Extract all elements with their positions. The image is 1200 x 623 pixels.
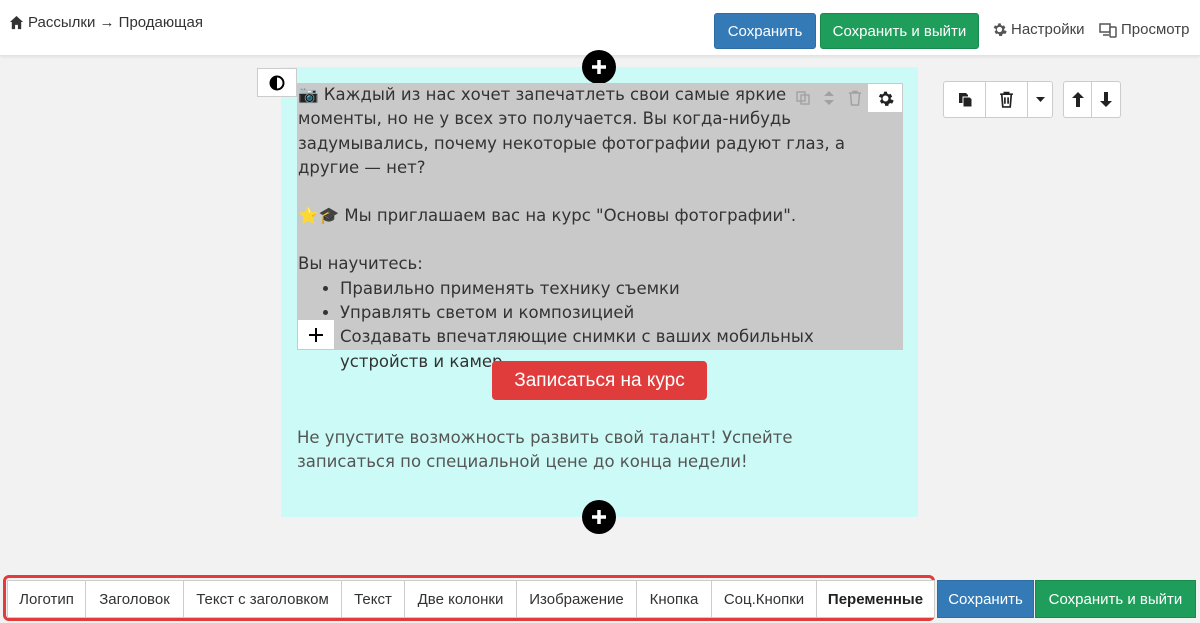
preview-link[interactable]: Просмотр [1099, 21, 1190, 38]
text-block-content[interactable]: 📷 Каждый из нас хочет запечатлеть свои с… [297, 83, 867, 374]
caret-down-icon [1035, 96, 1045, 102]
move-up-button[interactable] [1064, 82, 1092, 117]
trash-icon [849, 90, 861, 106]
add-block-top-button[interactable] [582, 50, 616, 84]
block-heading[interactable]: Заголовок [86, 581, 184, 617]
block-move-group [1063, 81, 1121, 118]
duplicate-block-button[interactable] [944, 82, 986, 117]
gear-icon [878, 91, 894, 106]
contrast-toggle-button[interactable] [257, 68, 297, 97]
star-icon: ⭐ [298, 206, 319, 226]
save-button[interactable]: Сохранить [714, 13, 816, 49]
block-logo[interactable]: Логотип [8, 581, 86, 617]
plus-icon [592, 60, 606, 74]
save-and-exit-button[interactable]: Сохранить и выйти [820, 13, 979, 49]
block-actions-group [943, 81, 1053, 118]
block-variables[interactable]: Переменные [817, 581, 934, 617]
move-block-handle[interactable] [816, 84, 842, 112]
contrast-icon [269, 75, 285, 90]
settings-link[interactable]: Настройки [992, 21, 1085, 38]
invite-text: Мы приглашаем вас на курс "Основы фотогр… [344, 206, 797, 226]
sort-icon [824, 91, 834, 105]
list-item: Управлять светом и композицией [340, 301, 867, 325]
block-social-buttons[interactable]: Соц.Кнопки [712, 581, 817, 617]
add-element-button[interactable] [298, 320, 334, 349]
block-button[interactable]: Кнопка [637, 581, 712, 617]
enroll-course-button[interactable]: Записаться на курс [492, 361, 707, 400]
copy-block-button[interactable] [790, 84, 816, 112]
intro-paragraph: 📷 Каждый из нас хочет запечатлеть свои с… [298, 83, 867, 180]
breadcrumb[interactable]: Рассылки → Продающая [9, 14, 203, 31]
text-block-editor[interactable]: 📷 Каждый из нас хочет запечатлеть свои с… [297, 83, 903, 371]
plus-icon [309, 327, 323, 342]
arrow-down-icon [1100, 92, 1112, 107]
copy-icon [796, 91, 810, 105]
graduation-cap-icon: 🎓 [318, 206, 340, 226]
more-options-dropdown[interactable] [1028, 82, 1052, 117]
copy-icon [958, 92, 972, 107]
top-bar: Рассылки → Продающая Сохранить Сохранить… [0, 0, 1200, 56]
block-settings-button[interactable] [868, 84, 902, 112]
add-block-bottom-button[interactable] [582, 500, 616, 534]
camera-icon: 📷 [298, 85, 319, 104]
learn-list: Правильно применять технику съемки Управ… [340, 277, 867, 374]
learn-heading: Вы научитесь: [298, 254, 423, 274]
intro-text: Каждый из нас хочет запечатлеть свои сам… [298, 85, 845, 177]
move-down-button[interactable] [1092, 82, 1120, 117]
arrow-up-icon [1071, 92, 1084, 107]
block-image[interactable]: Изображение [517, 581, 637, 617]
block-text-with-heading[interactable]: Текст с заголовком [184, 581, 342, 617]
breadcrumb-text[interactable]: Рассылки → Продающая [28, 14, 203, 31]
list-item: Правильно применять технику съемки [340, 277, 867, 301]
block-two-columns[interactable]: Две колонки [405, 581, 517, 617]
trash-icon [1000, 91, 1013, 108]
plus-icon [592, 510, 606, 524]
devices-icon [1099, 22, 1117, 38]
closing-paragraph: Не упустите возможность развить свой тал… [297, 428, 793, 472]
delete-block-button[interactable] [842, 84, 868, 112]
home-icon [9, 15, 24, 30]
delete-block-button[interactable] [986, 82, 1028, 117]
gear-icon [993, 23, 1007, 36]
bottom-save-button[interactable]: Сохранить [937, 580, 1034, 618]
preview-label[interactable]: Просмотр [1121, 21, 1190, 38]
block-text[interactable]: Текст [342, 581, 405, 617]
invite-paragraph: ⭐🎓 Мы приглашаем вас на курс "Основы фот… [298, 204, 867, 228]
block-tools [790, 84, 903, 112]
block-palette: Логотип Заголовок Текст с заголовком Тек… [7, 580, 935, 618]
bottom-save-and-exit-button[interactable]: Сохранить и выйти [1035, 580, 1196, 618]
settings-label[interactable]: Настройки [1011, 21, 1085, 38]
